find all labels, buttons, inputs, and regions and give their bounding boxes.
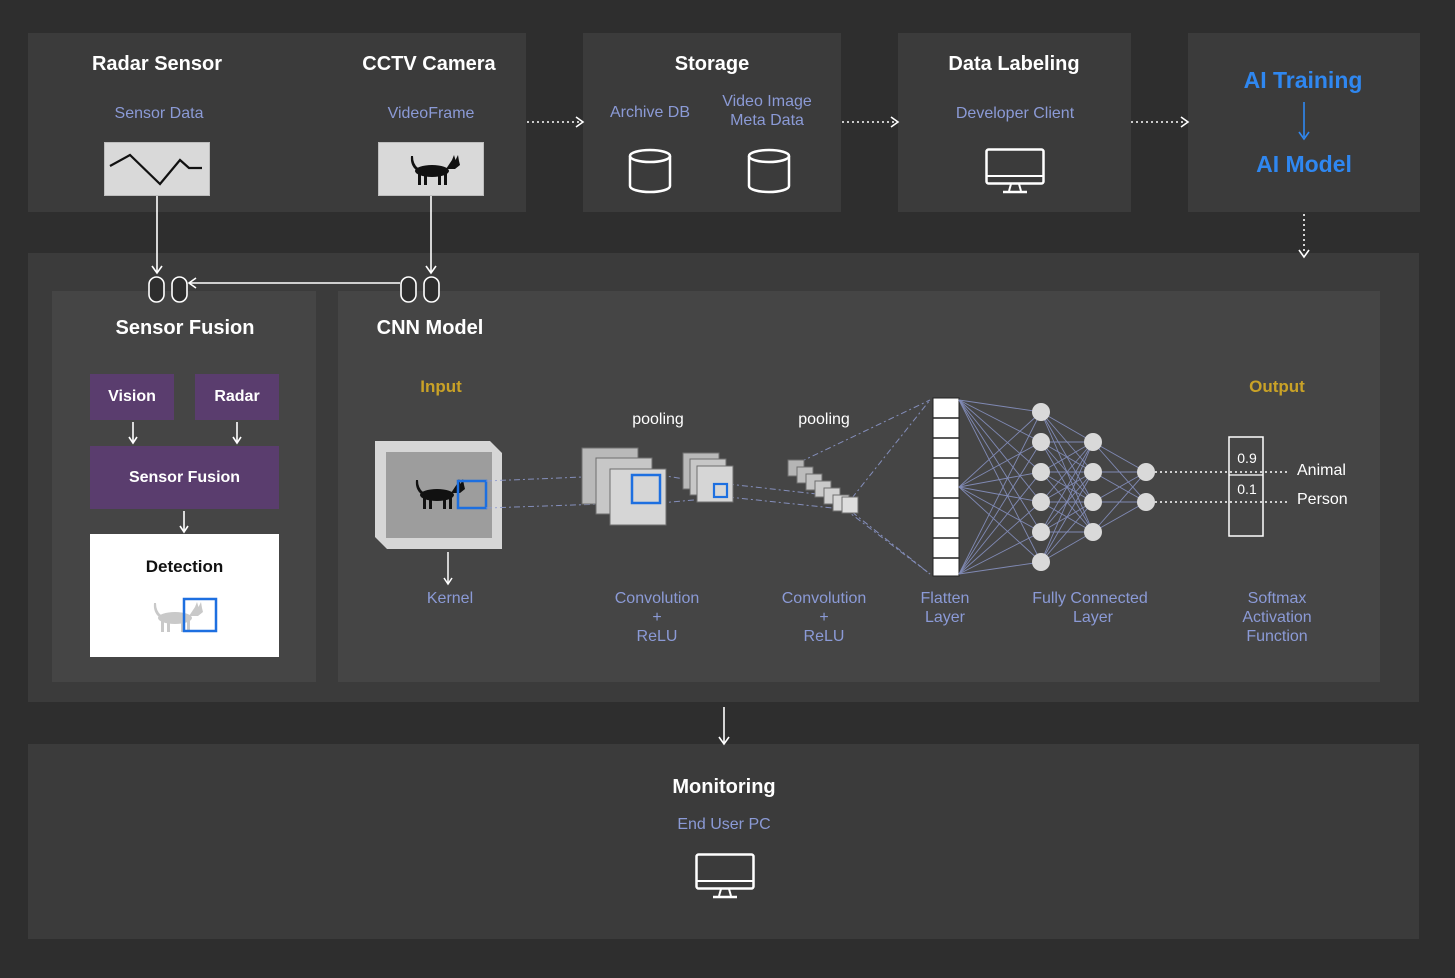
- input-image: [375, 441, 502, 549]
- conv-block-2: [787, 459, 859, 514]
- end-user-monitor-icon: [695, 853, 755, 899]
- softmax-label-line3: Function: [1246, 628, 1308, 645]
- class-person: Person: [1297, 491, 1348, 508]
- dense-connection: [958, 471, 1042, 488]
- dense-connection: [958, 471, 1042, 575]
- kernel-label: Kernel: [426, 590, 474, 607]
- monitoring-title: Monitoring: [672, 776, 776, 798]
- neuron-layer-2: [1084, 433, 1102, 451]
- end-user-pc-label: End User PC: [677, 816, 771, 833]
- dense-connection: [958, 441, 1042, 575]
- prob-person: 0.1: [1237, 481, 1257, 497]
- conv1-label-line2: +: [652, 609, 662, 626]
- class-animal: Animal: [1297, 462, 1346, 479]
- conv2-label-line1: Convolution: [781, 590, 867, 607]
- dense-connection: [958, 411, 1042, 488]
- dense-connection: [1040, 411, 1094, 443]
- conv2-label-line2: +: [819, 609, 829, 626]
- dense-connection: [958, 486, 1042, 503]
- neuron-layer-2: [1084, 493, 1102, 511]
- neuron-layer-2: [1084, 523, 1102, 541]
- neuron-layer-1: [1032, 403, 1050, 421]
- neuron-layer-3: [1137, 493, 1155, 511]
- conv-block-1: [581, 447, 667, 526]
- fc-label-line1: Fully Connected: [1032, 590, 1148, 607]
- dense-connection: [1092, 441, 1147, 473]
- dense-connection: [958, 486, 1042, 563]
- dense-connection: [1040, 471, 1094, 563]
- softmax-label-line1: Softmax: [1247, 590, 1307, 607]
- fc-label-line2: Layer: [1072, 609, 1114, 626]
- neuron-layer-1: [1032, 463, 1050, 481]
- prob-animal: 0.9: [1237, 450, 1257, 466]
- neuron-layer-1: [1032, 433, 1050, 451]
- dense-connection: [958, 399, 1042, 533]
- flatten-layer: [932, 397, 960, 577]
- neuron-layer-2: [1084, 463, 1102, 481]
- dense-connection: [1040, 531, 1094, 563]
- softmax-label-line2: Activation: [1242, 609, 1312, 626]
- flatten-label-line1: Flatten: [920, 590, 970, 607]
- conv2-label-line3: ReLU: [803, 628, 845, 645]
- dense-connection: [1092, 501, 1147, 533]
- neuron-layer-3: [1137, 463, 1155, 481]
- neuron-layer-1: [1032, 523, 1050, 541]
- conv1-label-line3: ReLU: [636, 628, 678, 645]
- neuron-layer-1: [1032, 493, 1050, 511]
- neuron-layer-1: [1032, 553, 1050, 571]
- conv1-label-line1: Convolution: [614, 590, 700, 607]
- pool-block-1: [682, 452, 734, 503]
- flatten-label-line2: Layer: [924, 609, 966, 626]
